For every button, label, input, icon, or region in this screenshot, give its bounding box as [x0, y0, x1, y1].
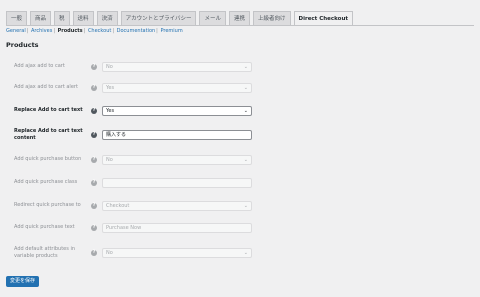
default-attributes-select[interactable]: No ⌄: [102, 248, 252, 258]
tab-tax[interactable]: 税: [54, 11, 70, 25]
subnav-premium[interactable]: Premium: [160, 28, 182, 34]
tab-payments[interactable]: 決済: [96, 11, 118, 25]
chevron-down-icon: ⌄: [243, 85, 248, 91]
help-icon[interactable]: ?: [91, 108, 97, 114]
chevron-down-icon: ⌄: [243, 203, 248, 209]
setting-label: Add quick purchase class: [14, 179, 78, 185]
redirect-quick-purchase-select[interactable]: Checkout ⌄: [102, 201, 252, 211]
help-icon[interactable]: ?: [91, 180, 97, 186]
tab-emails[interactable]: メール: [199, 11, 226, 25]
tabs-divider: [6, 25, 474, 26]
ajax-add-to-cart-alert-select[interactable]: Yes ⌄: [102, 83, 252, 93]
help-icon[interactable]: ?: [91, 64, 97, 70]
subnav-products: Products: [57, 28, 83, 34]
quick-purchase-button-select[interactable]: No ⌄: [102, 155, 252, 165]
setting-label: Replace Add to cart text: [14, 107, 83, 113]
tab-products[interactable]: 商品: [30, 11, 52, 25]
help-icon[interactable]: ?: [91, 132, 97, 138]
chevron-down-icon: ⌄: [243, 108, 248, 114]
help-icon[interactable]: ?: [91, 203, 97, 209]
help-icon[interactable]: ?: [91, 225, 97, 231]
subnav-documentation[interactable]: Documentation: [117, 28, 156, 34]
add-to-cart-text-content-input[interactable]: 購入する: [102, 130, 252, 140]
setting-label: Add quick purchase text: [14, 224, 75, 230]
section-subnav: General| Archives| Products| Checkout| D…: [6, 28, 183, 34]
setting-label: Replace Add to cart text content: [14, 128, 83, 141]
tab-shipping[interactable]: 送料: [72, 11, 94, 25]
quick-purchase-class-input[interactable]: [102, 178, 252, 188]
chevron-down-icon: ⌄: [243, 157, 248, 163]
subnav-checkout[interactable]: Checkout: [88, 28, 111, 34]
ajax-add-to-cart-select[interactable]: No ⌄: [102, 62, 252, 72]
page-title: Products: [6, 41, 39, 49]
help-icon[interactable]: ?: [91, 85, 97, 91]
setting-label: Redirect quick purchase to: [14, 202, 81, 208]
subnav-general[interactable]: General: [6, 28, 26, 34]
tab-advanced[interactable]: 上級者向け: [253, 11, 291, 25]
setting-label: Add default attributes in variable produ…: [14, 246, 76, 259]
chevron-down-icon: ⌄: [243, 64, 248, 70]
setting-label: Add ajax add to cart alert: [14, 84, 78, 90]
tab-direct-checkout[interactable]: Direct Checkout: [293, 11, 354, 25]
replace-add-to-cart-text-select[interactable]: Yes ⌄: [102, 106, 252, 116]
save-changes-button[interactable]: 変更を保存: [6, 276, 40, 287]
tab-integration[interactable]: 連携: [229, 11, 251, 25]
help-icon[interactable]: ?: [91, 157, 97, 163]
setting-label: Add ajax add to cart: [14, 63, 65, 69]
tab-accounts-privacy[interactable]: アカウントとプライバシー: [120, 11, 197, 25]
help-icon[interactable]: ?: [91, 250, 97, 256]
chevron-down-icon: ⌄: [243, 250, 248, 256]
setting-label: Add quick purchase button: [14, 156, 82, 162]
subnav-archives[interactable]: Archives: [31, 28, 52, 34]
quick-purchase-text-input[interactable]: Purchase Now: [102, 223, 252, 233]
tab-general[interactable]: 一般: [6, 11, 28, 25]
settings-tabs: 一般 商品 税 送料 決済 アカウントとプライバシー メール 連携 上級者向け …: [6, 11, 354, 25]
